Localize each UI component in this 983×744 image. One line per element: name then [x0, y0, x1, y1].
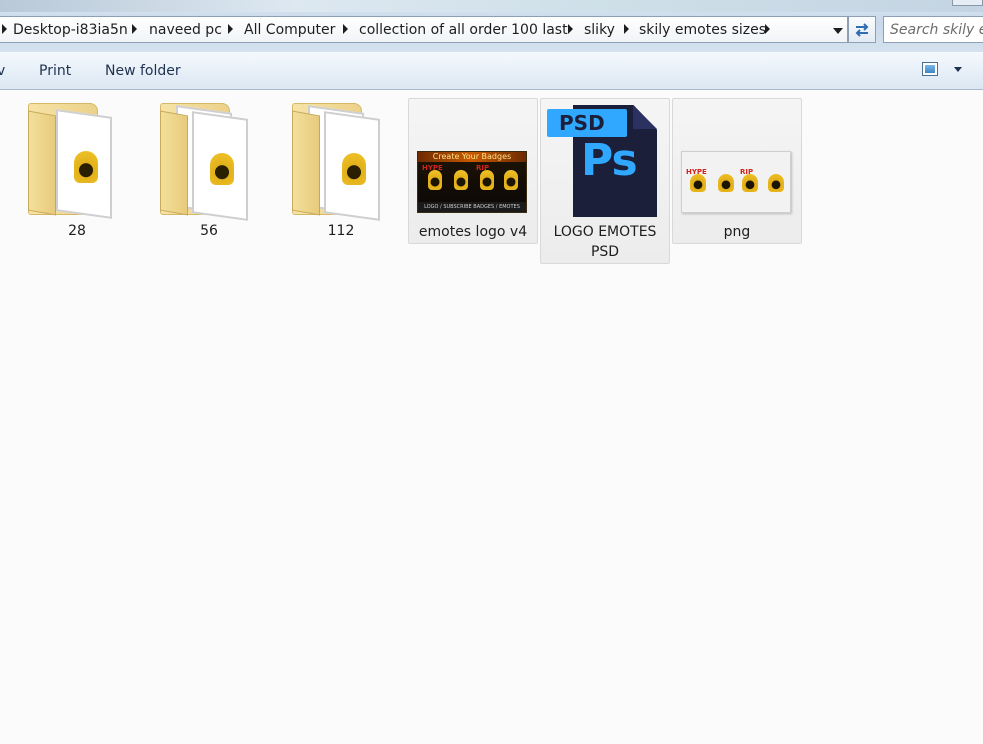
breadcrumb-separator-icon[interactable]: [228, 24, 233, 34]
breadcrumb-item-collection[interactable]: collection of all order 100 last: [359, 20, 568, 40]
thumbnail-tag: RIP: [476, 164, 490, 172]
print-button[interactable]: Print: [39, 61, 71, 81]
file-name: png: [723, 224, 751, 240]
file-item-png[interactable]: HYPE RIP png: [672, 98, 802, 244]
new-folder-button[interactable]: New folder: [105, 61, 181, 81]
folder-name: 56: [200, 223, 218, 239]
file-name-line2: PSD: [590, 244, 620, 260]
emote-preview-icon: [480, 170, 494, 190]
thumbnail-banner-text: Create Your Badges: [432, 152, 512, 161]
emote-preview-icon: [74, 151, 98, 183]
toolbar-partial-menu[interactable]: v: [0, 61, 5, 81]
breadcrumb-separator-icon[interactable]: [132, 24, 137, 34]
psd-file-fold: [633, 105, 657, 129]
folder-item-28[interactable]: 28: [12, 99, 142, 249]
refresh-icon: [855, 23, 869, 37]
address-bar-region: Desktop-i83ia5n naveed pc All Computer c…: [0, 0, 983, 56]
folder-front-flap: [28, 110, 56, 216]
file-name: emotes logo v4: [418, 224, 528, 240]
thumbnail-tag: HYPE: [422, 164, 443, 172]
file-item-logo-emotes-psd[interactable]: Ps PSD LOGO EMOTES PSD: [540, 98, 670, 264]
title-strip: [0, 0, 983, 12]
breadcrumb-item-sliky[interactable]: sliky: [584, 20, 615, 40]
folder-front-flap: [160, 110, 188, 216]
breadcrumb-separator-icon[interactable]: [568, 24, 573, 34]
image-thumbnail: HYPE RIP: [681, 151, 791, 213]
psd-badge-text: PSD: [559, 111, 605, 135]
address-bar[interactable]: Desktop-i83ia5n naveed pc All Computer c…: [0, 16, 848, 43]
folder-front-flap: [292, 110, 320, 216]
breadcrumb-separator-icon[interactable]: [343, 24, 348, 34]
file-list-pane[interactable]: 28 56 112 Create Your Badges HYPE RIP LO…: [0, 91, 983, 744]
breadcrumb-item-skily-emotes-sizes[interactable]: skily emotes sizes: [639, 20, 766, 40]
folder-name: 28: [68, 223, 86, 239]
emote-preview-icon: [690, 174, 706, 192]
emote-preview-icon: [768, 174, 784, 192]
search-input[interactable]: [890, 20, 983, 40]
breadcrumb-separator-icon[interactable]: [624, 24, 629, 34]
folder-item-56[interactable]: 56: [144, 99, 274, 249]
folder-name: 112: [327, 223, 355, 239]
emote-preview-icon: [342, 153, 366, 185]
refresh-button[interactable]: [848, 16, 876, 43]
photoshop-logo-icon: Ps: [581, 135, 638, 186]
window-control-button[interactable]: [952, 0, 983, 6]
command-toolbar: v Print New folder: [0, 52, 983, 90]
address-history-dropdown-icon[interactable]: [833, 28, 843, 34]
folder-item-112[interactable]: 112: [276, 99, 406, 249]
emote-preview-icon: [742, 174, 758, 192]
emote-preview-icon: [210, 153, 234, 185]
breadcrumb-separator-icon[interactable]: [765, 24, 770, 34]
file-name-line1: LOGO EMOTES: [553, 224, 657, 240]
breadcrumb-item-all-computer[interactable]: All Computer: [244, 20, 335, 40]
emote-preview-icon: [428, 170, 442, 190]
file-item-emotes-logo-v4[interactable]: Create Your Badges HYPE RIP LOGO / SUBSC…: [408, 98, 538, 244]
change-view-icon[interactable]: [922, 62, 938, 76]
emote-preview-icon: [504, 170, 518, 190]
breadcrumb-item-naveed-pc[interactable]: naveed pc: [149, 20, 222, 40]
breadcrumb-separator-icon[interactable]: [2, 24, 7, 34]
search-box[interactable]: [883, 16, 983, 43]
view-options-dropdown-icon[interactable]: [954, 67, 962, 72]
emote-preview-icon: [454, 170, 468, 190]
breadcrumb-item-desktop[interactable]: Desktop-i83ia5n: [13, 20, 128, 40]
image-thumbnail: Create Your Badges HYPE RIP LOGO / SUBSC…: [417, 151, 527, 213]
emote-preview-icon: [718, 174, 734, 192]
psd-badge: PSD: [547, 109, 627, 137]
thumbnail-footer: LOGO / SUBSCRIBE BADGES / EMOTES: [418, 202, 526, 212]
